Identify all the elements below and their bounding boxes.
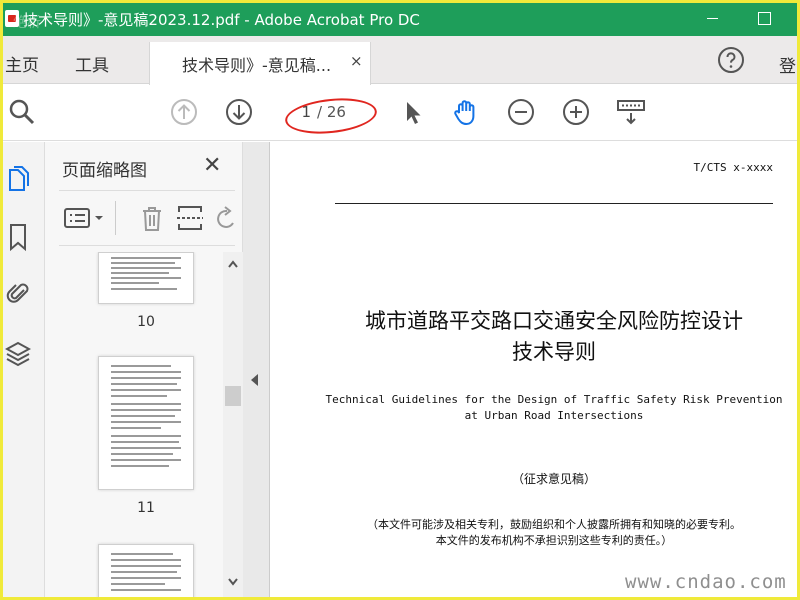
delete-page-icon[interactable]: [137, 203, 167, 233]
standard-code: T/CTS x-xxxx: [693, 161, 773, 174]
page-thumbnails-panel: 页面缩略图 ✕ 10 11: [45, 142, 243, 597]
english-title-line-1: Technical Guidelines for the Design of T…: [325, 393, 783, 406]
draft-label: （征求意见稿）: [511, 472, 596, 486]
layers-icon[interactable]: [5, 338, 31, 368]
patent-notice: （本文件可能涉及相关专利，鼓励组织和个人披露所拥有和知晓的必要专利。 本文件的发…: [335, 517, 773, 549]
zoom-out-icon[interactable]: [506, 97, 536, 127]
search-icon[interactable]: [7, 97, 37, 127]
english-title-line-2: at Urban Road Intersections: [464, 409, 644, 422]
title-bar: 技术导则》-意见稿2023.12.pdf - Adobe Acrobat Pro…: [3, 3, 797, 36]
bookmark-icon[interactable]: [5, 222, 31, 252]
english-title: Technical Guidelines for the Design of T…: [325, 392, 783, 424]
header-rule: [335, 203, 773, 204]
thumbnail-scrollbar[interactable]: [223, 252, 243, 597]
maximize-button[interactable]: [745, 7, 785, 31]
thumbnail-list: 10 11: [59, 252, 219, 597]
menu-home[interactable]: 主页: [5, 51, 39, 76]
page-display-icon[interactable]: [616, 97, 646, 127]
notice-line-1: （本文件可能涉及相关专利，鼓励组织和个人披露所拥有和知晓的必要专利。: [367, 518, 741, 531]
panel-toolbar-separator: [115, 201, 116, 235]
panel-title: 页面缩略图: [62, 161, 147, 181]
panel-toolbar: [59, 190, 235, 246]
notice-line-2: 本文件的发布机构不承担识别这些专利的责任。）: [435, 534, 673, 547]
chevron-down-icon[interactable]: [228, 578, 238, 586]
thumbnail-page-number: 11: [137, 500, 155, 516]
insert-page-icon[interactable]: [175, 203, 205, 233]
scrollbar-thumb[interactable]: [225, 386, 241, 406]
minimize-button[interactable]: [693, 7, 733, 31]
title-line-1: 城市道路平交路口交通安全风险防控设计: [365, 309, 743, 333]
next-page-icon[interactable]: [224, 97, 254, 127]
acrobat-window: 技术导则》-意见稿2023.12.pdf - Adobe Acrobat Pro…: [3, 3, 797, 597]
attachment-icon[interactable]: [5, 278, 31, 308]
document-tab-label: 技术导则》-意见稿...: [182, 56, 332, 75]
navigation-rail: [3, 142, 45, 597]
hand-tool-icon[interactable]: [451, 97, 481, 127]
window-title: 技术导则》-意见稿2023.12.pdf - Adobe Acrobat Pro…: [23, 11, 420, 29]
sign-in-link[interactable]: 登: [779, 52, 796, 77]
page-thumbnail[interactable]: [98, 356, 194, 490]
watermark: www.cndao.com: [625, 571, 787, 593]
menu-tools[interactable]: 工具: [75, 51, 109, 76]
title-line-2: 技术导则: [512, 340, 596, 364]
document-page: T/CTS x-xxxx 城市道路平交路口交通安全风险防控设计 技术导则 Tec…: [271, 142, 797, 597]
thumbnail-options-icon[interactable]: [63, 203, 107, 233]
document-tab[interactable]: 技术导则》-意见稿... ×: [149, 42, 371, 85]
panel-close-icon[interactable]: ✕: [203, 153, 221, 178]
rotate-page-icon[interactable]: [213, 203, 235, 233]
page-thumbnail[interactable]: [98, 252, 194, 304]
select-arrow-icon[interactable]: [398, 97, 428, 127]
zoom-in-icon[interactable]: [561, 97, 591, 127]
tab-close-icon[interactable]: ×: [350, 52, 363, 70]
document-title: 城市道路平交路口交通安全风险防控设计 技术导则: [335, 306, 773, 368]
menu-bar: 主页 工具 技术导则》-意见稿... × 登: [3, 36, 797, 85]
faded-overlay-text: 绝析: [13, 15, 41, 31]
page-thumbnails-icon[interactable]: [5, 164, 31, 194]
page-thumbnail[interactable]: [98, 544, 194, 597]
help-icon[interactable]: [717, 46, 745, 74]
panel-collapse-strip[interactable]: [243, 142, 270, 597]
collapse-arrow-icon[interactable]: [251, 374, 258, 386]
previous-page-icon[interactable]: [169, 97, 199, 127]
thumbnail-page-number: 10: [137, 314, 155, 330]
main-toolbar: 1 / 26: [3, 85, 797, 141]
chevron-up-icon[interactable]: [228, 260, 238, 268]
